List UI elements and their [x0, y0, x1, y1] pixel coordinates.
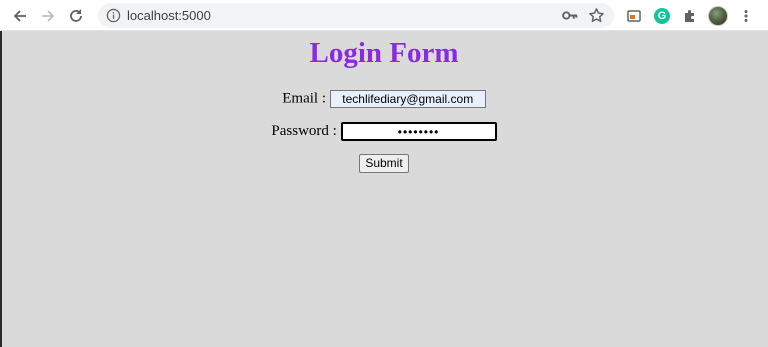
page-title: Login Form: [309, 37, 459, 69]
submit-button[interactable]: Submit: [359, 154, 409, 173]
email-row: Email : techlifediary@gmail.com: [2, 90, 766, 108]
cast-icon[interactable]: [624, 6, 644, 26]
password-label: Password :: [271, 123, 337, 139]
avatar: [708, 6, 728, 26]
profile-avatar[interactable]: [708, 6, 728, 26]
grammarly-letter: G: [654, 8, 670, 24]
info-icon[interactable]: [105, 7, 122, 24]
back-arrow-icon[interactable]: [9, 5, 31, 27]
password-row: Password : ••••••••: [2, 122, 766, 141]
reload-icon[interactable]: [65, 5, 87, 27]
star-icon[interactable]: [588, 7, 605, 24]
submit-row: Submit: [2, 154, 766, 173]
browser-toolbar: localhost:5000 G: [0, 0, 768, 31]
puzzle-icon[interactable]: [680, 6, 700, 26]
address-bar[interactable]: localhost:5000: [98, 3, 614, 28]
key-icon[interactable]: [561, 7, 578, 24]
password-field[interactable]: ••••••••: [340, 122, 497, 141]
email-label: Email :: [282, 90, 326, 107]
email-field[interactable]: techlifediary@gmail.com: [329, 90, 486, 108]
page-content: Login Form Email : techlifediary@gmail.c…: [2, 31, 768, 347]
kebab-menu-icon[interactable]: [736, 6, 756, 26]
grammarly-icon[interactable]: G: [652, 6, 672, 26]
forward-arrow-icon[interactable]: [37, 5, 59, 27]
url-text[interactable]: localhost:5000: [127, 8, 211, 23]
